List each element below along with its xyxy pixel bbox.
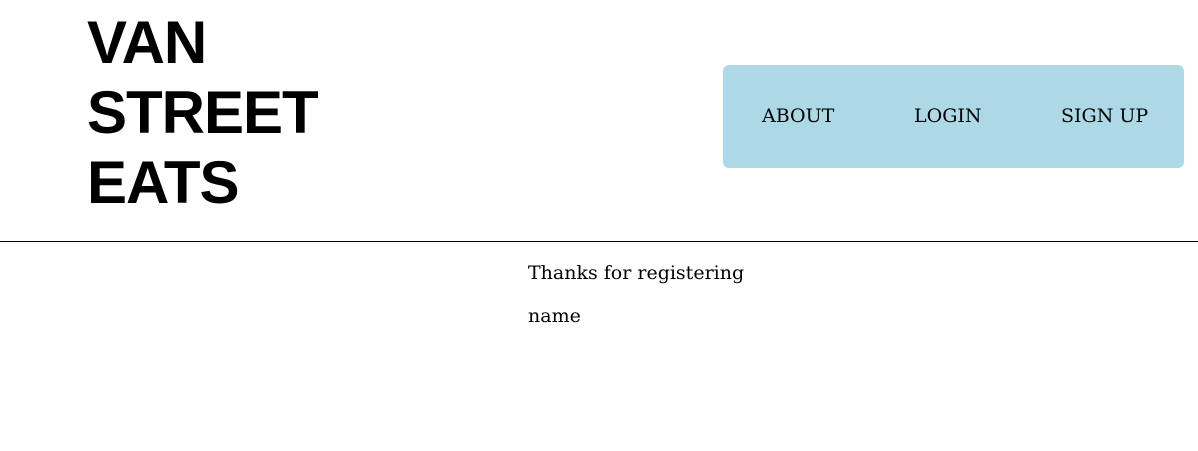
logo-line: VAN — [87, 9, 207, 76]
logo-line: EATS — [87, 149, 240, 216]
nav-signup-link[interactable]: SIGN UP — [1061, 105, 1148, 127]
nav-about-link[interactable]: ABOUT — [762, 105, 834, 127]
header-divider — [0, 241, 1198, 242]
main-nav: ABOUT LOGIN SIGN UP — [723, 65, 1184, 168]
registered-name: name — [528, 305, 581, 327]
nav-login-link[interactable]: LOGIN — [914, 105, 982, 127]
site-logo[interactable]: VAN STREET EATS — [87, 8, 319, 218]
logo-line: STREET — [87, 79, 319, 146]
thanks-message: Thanks for registering — [528, 262, 745, 284]
